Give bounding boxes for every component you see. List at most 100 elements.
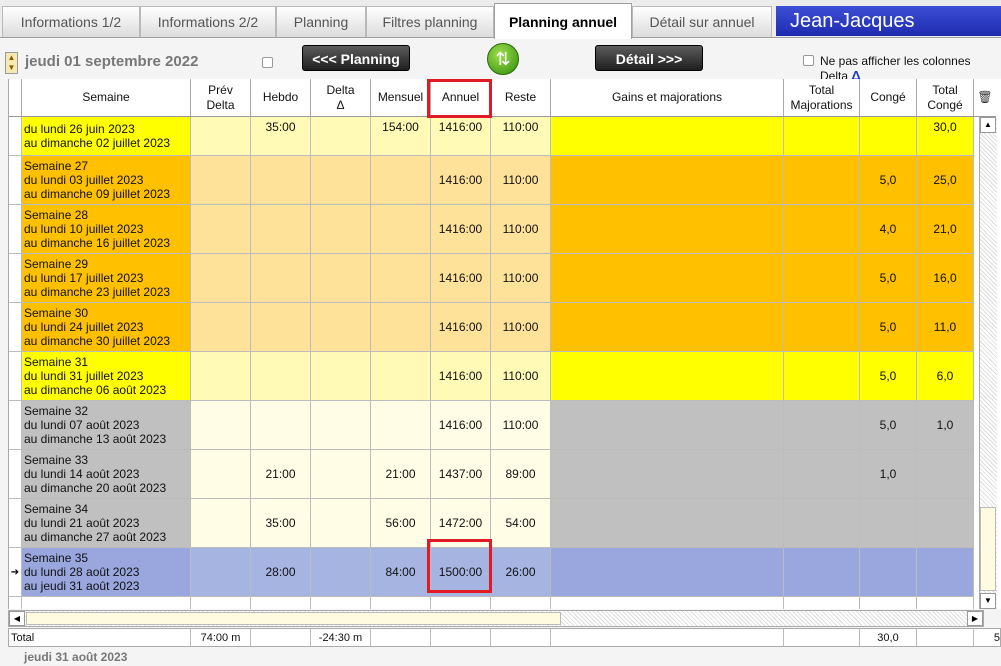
cell-delta[interactable] (311, 117, 371, 156)
cell-reste[interactable]: 110:00 (491, 303, 551, 352)
cell-conge[interactable]: 5,0 (860, 254, 917, 303)
row-selector[interactable] (9, 597, 22, 609)
cell-total_maj[interactable] (784, 401, 860, 450)
cell-gains[interactable] (551, 254, 784, 303)
cell-total_conge[interactable] (917, 499, 974, 548)
cell-total_maj[interactable] (784, 548, 860, 597)
cell-total_maj[interactable] (784, 254, 860, 303)
cell-hebdo[interactable] (251, 352, 311, 401)
cell-total_maj[interactable] (784, 117, 860, 156)
row-selector[interactable] (9, 450, 22, 499)
scroll-down-icon[interactable]: ▼ (980, 593, 996, 609)
cell-reste[interactable]: 110:00 (491, 352, 551, 401)
cell-total_conge[interactable]: 1,0 (917, 401, 974, 450)
column-header-mensuel[interactable]: Mensuel (371, 79, 431, 117)
cell-mensuel[interactable]: 84:00 (371, 548, 431, 597)
cell-delta[interactable] (311, 303, 371, 352)
cell-total_conge[interactable]: 30,0 (917, 117, 974, 156)
cell-hebdo[interactable]: 28:00 (251, 548, 311, 597)
cell-reste[interactable]: 89:00 (491, 450, 551, 499)
cell-annuel[interactable]: 1416:00 (431, 401, 491, 450)
cell-mensuel[interactable] (371, 254, 431, 303)
cell-gains[interactable] (551, 117, 784, 156)
cell-prev_delta[interactable] (191, 254, 251, 303)
cell-total_maj[interactable] (784, 156, 860, 205)
cell-prev_delta[interactable] (191, 303, 251, 352)
column-header-gains[interactable]: Gains et majorations (551, 79, 784, 117)
cell-annuel[interactable]: 1416:00 (431, 156, 491, 205)
cell-mensuel[interactable] (371, 352, 431, 401)
cell-delta[interactable] (311, 499, 371, 548)
cell-mensuel[interactable] (371, 303, 431, 352)
cell-gains[interactable] (551, 499, 784, 548)
row-selector[interactable] (9, 156, 22, 205)
cell-conge[interactable]: 5,0 (860, 401, 917, 450)
cell-gains[interactable] (551, 401, 784, 450)
cell-annuel[interactable]: 1416:00 (431, 205, 491, 254)
cell-mensuel[interactable] (371, 156, 431, 205)
cell-total_conge[interactable]: 6,0 (917, 352, 974, 401)
detail-button[interactable]: Détail >>> (595, 45, 703, 71)
row-selector[interactable] (9, 303, 22, 352)
cell-hebdo[interactable] (251, 303, 311, 352)
column-header-prev_delta[interactable]: Prév Delta (191, 79, 251, 117)
cell-delta[interactable] (311, 352, 371, 401)
tab-planning-annuel[interactable]: Planning annuel (494, 3, 632, 39)
cell-reste[interactable]: 26:00 (491, 548, 551, 597)
column-header-conge[interactable]: Congé (860, 79, 917, 117)
hide-delta-checkbox[interactable] (803, 55, 814, 66)
tab-planning[interactable]: Planning (276, 6, 366, 37)
planning-button[interactable]: <<< Planning (302, 45, 410, 71)
cell-mensuel[interactable] (371, 401, 431, 450)
trash-icon[interactable]: 🗑 (974, 79, 996, 117)
row-selector[interactable] (9, 205, 22, 254)
tab-filtres-planning[interactable]: Filtres planning (366, 6, 494, 37)
horizontal-scroll-thumb[interactable] (26, 612, 561, 625)
cell-delta[interactable] (311, 548, 371, 597)
cell-prev_delta[interactable] (191, 401, 251, 450)
column-header-hebdo[interactable]: Hebdo (251, 79, 311, 117)
cell-total_maj[interactable] (784, 450, 860, 499)
cell-conge[interactable] (860, 548, 917, 597)
cell-prev_delta[interactable] (191, 450, 251, 499)
cell-total_conge[interactable] (917, 450, 974, 499)
row-selector[interactable] (9, 499, 22, 548)
cell-hebdo[interactable]: 35:00 (251, 117, 311, 156)
vertical-scroll-thumb[interactable] (980, 507, 996, 591)
date-checkbox[interactable] (262, 57, 273, 68)
row-selector[interactable] (9, 352, 22, 401)
cell-delta[interactable] (311, 205, 371, 254)
cell-total_maj[interactable] (784, 303, 860, 352)
cell-conge[interactable]: 5,0 (860, 303, 917, 352)
cell-prev_delta[interactable] (191, 352, 251, 401)
cell-mensuel[interactable]: 154:00 (371, 117, 431, 156)
cell-annuel[interactable]: 1416:00 (431, 352, 491, 401)
column-header-reste[interactable]: Reste (491, 79, 551, 117)
cell-hebdo[interactable]: 21:00 (251, 450, 311, 499)
cell-gains[interactable] (551, 352, 784, 401)
cell-mensuel[interactable]: 56:00 (371, 499, 431, 548)
scroll-right-icon[interactable]: ▶ (967, 611, 983, 626)
column-header-total_conge[interactable]: Total Congé (917, 79, 974, 117)
row-selector[interactable] (9, 254, 22, 303)
cell-hebdo[interactable] (251, 401, 311, 450)
cell-annuel[interactable]: 1416:00 (431, 117, 491, 156)
cell-hebdo[interactable] (251, 254, 311, 303)
cell-reste[interactable]: 110:00 (491, 205, 551, 254)
cell-mensuel[interactable] (371, 205, 431, 254)
cell-prev_delta[interactable] (191, 117, 251, 156)
cell-delta[interactable] (311, 156, 371, 205)
cell-total_conge[interactable]: 25,0 (917, 156, 974, 205)
cell-delta[interactable] (311, 401, 371, 450)
cell-total_maj[interactable] (784, 352, 860, 401)
cell-reste[interactable]: 110:00 (491, 156, 551, 205)
cell-prev_delta[interactable] (191, 499, 251, 548)
cell-total_conge[interactable]: 16,0 (917, 254, 974, 303)
cell-annuel[interactable]: 1416:00 (431, 254, 491, 303)
cell-total_maj[interactable] (784, 205, 860, 254)
column-header-delta[interactable]: Delta Δ (311, 79, 371, 117)
cell-prev_delta[interactable] (191, 548, 251, 597)
cell-reste[interactable]: 110:00 (491, 117, 551, 156)
cell-mensuel[interactable]: 21:00 (371, 450, 431, 499)
cell-total_maj[interactable] (784, 499, 860, 548)
